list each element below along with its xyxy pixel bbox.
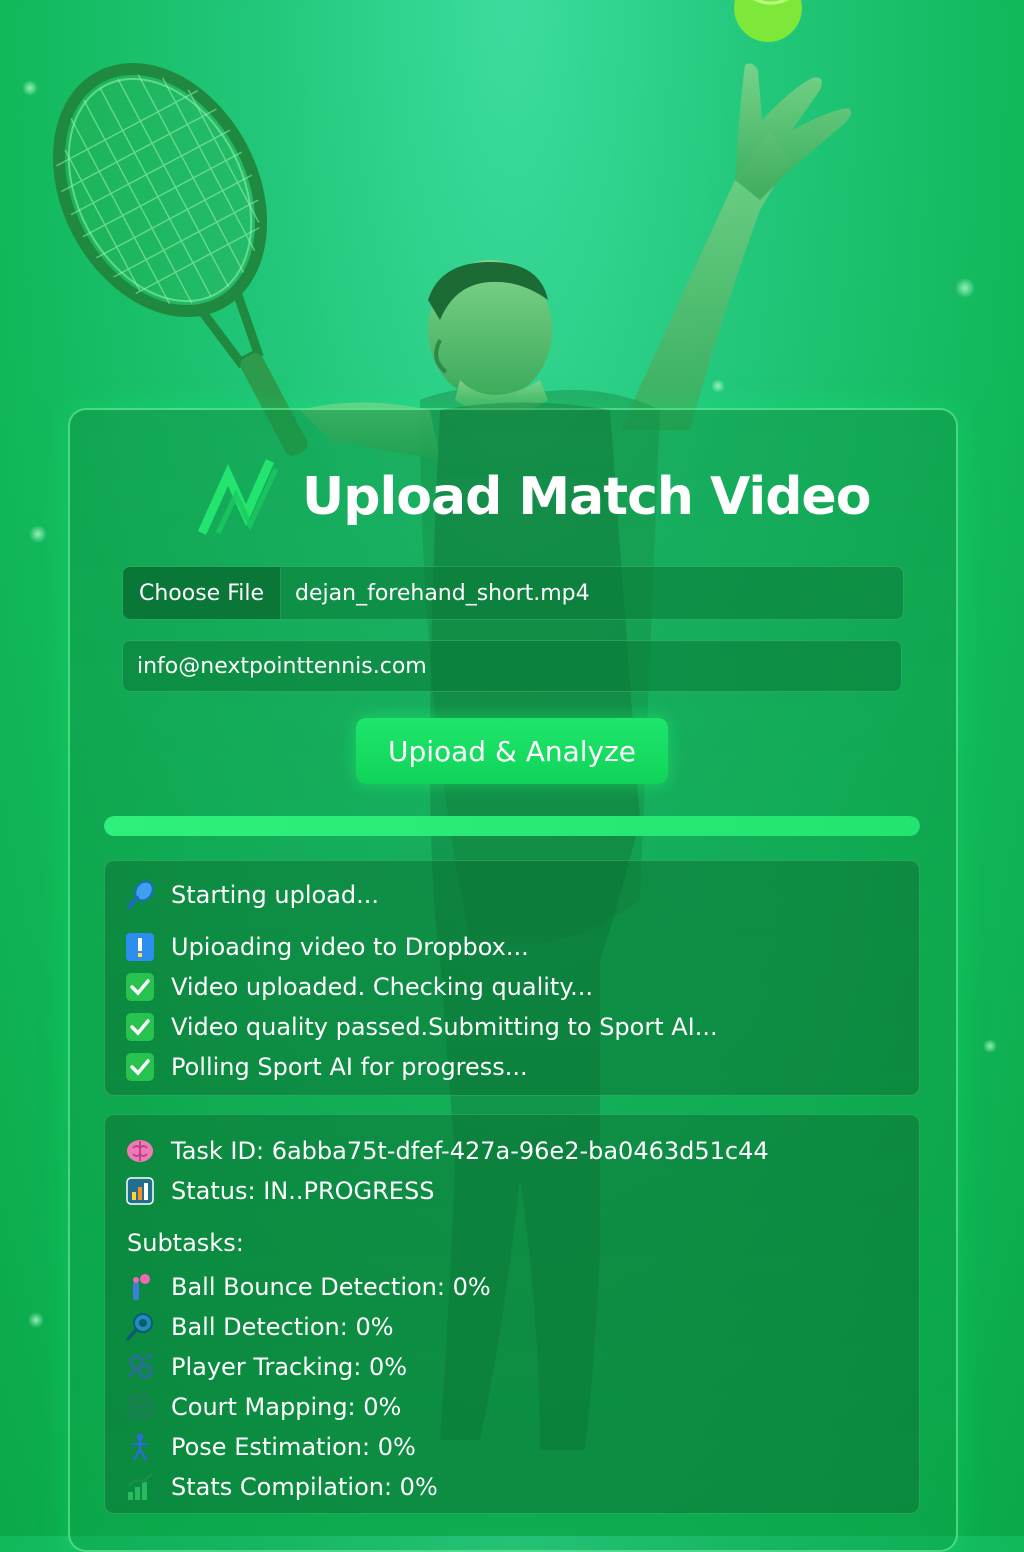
log-line: Upioading video to Dropbox... bbox=[125, 929, 529, 965]
subtask-item: Pose Estimation: 0% bbox=[125, 1429, 416, 1465]
bokeh-dot bbox=[955, 278, 975, 298]
subtask-text: Player Tracking: 0% bbox=[171, 1353, 408, 1381]
log-line: Polling Sport AI for progress... bbox=[125, 1049, 528, 1085]
bokeh-dot bbox=[711, 379, 725, 393]
bokeh-dot bbox=[29, 525, 47, 543]
selected-file-name: dejan_forehand_short.mp4 bbox=[295, 580, 590, 606]
choose-file-button[interactable]: Choose File bbox=[123, 567, 282, 619]
page-title: Upload Match Video bbox=[302, 467, 871, 527]
log-text: Polling Sport AI for progress... bbox=[171, 1053, 528, 1081]
subtasks-heading: Subtasks: bbox=[127, 1229, 244, 1257]
bokeh-dot bbox=[983, 1039, 997, 1053]
ball-detection-icon bbox=[126, 1313, 153, 1341]
tennis-racket-icon bbox=[127, 880, 154, 909]
subtask-text: Pose Estimation: 0% bbox=[171, 1433, 416, 1461]
court-mapping-icon bbox=[126, 1393, 154, 1421]
upload-progress-fill bbox=[104, 816, 920, 836]
subtask-item: Player Tracking: 0% bbox=[125, 1349, 407, 1385]
pose-estimation-icon bbox=[131, 1433, 149, 1461]
bokeh-dot bbox=[22, 80, 38, 96]
log-text: Starting upload... bbox=[171, 881, 379, 909]
status-line: Status: IN..PROGRESS bbox=[125, 1173, 434, 1209]
subtask-item: Ball Detection: 0% bbox=[125, 1309, 394, 1345]
log-line: Video quality passed.Submitting to Sport… bbox=[125, 1009, 718, 1045]
player-tracking-icon bbox=[127, 1353, 154, 1379]
tennis-ball bbox=[734, 0, 802, 42]
upload-analyze-button[interactable]: Upioad & Analyze bbox=[356, 718, 668, 784]
brain-icon bbox=[127, 1140, 153, 1162]
zigzag-n-logo-icon bbox=[197, 459, 279, 535]
task-id-line: Task ID: 6abba75t-dfef-427a-96e2-ba0463d… bbox=[125, 1133, 769, 1169]
upload-progress-bar bbox=[104, 816, 920, 836]
status-text: Status: IN..PROGRESS bbox=[171, 1177, 435, 1205]
subtask-text: Ball Bounce Detection: 0% bbox=[171, 1273, 491, 1301]
task-id: Task ID: 6abba75t-dfef-427a-96e2-ba0463d… bbox=[171, 1137, 769, 1165]
check-mark-icon bbox=[126, 973, 154, 1001]
subtask-item: Court Mapping: 0% bbox=[125, 1389, 401, 1425]
file-input[interactable]: Choose File dejan_forehand_short.mp4 bbox=[122, 566, 904, 620]
check-mark-icon bbox=[126, 1013, 154, 1041]
subtask-text: Ball Detection: 0% bbox=[171, 1313, 394, 1341]
subtask-text: Stats Compilation: 0% bbox=[171, 1473, 438, 1501]
check-mark-icon bbox=[126, 1053, 154, 1081]
subtask-item: Stats Compilation: 0% bbox=[125, 1469, 438, 1505]
upload-log-panel: Starting upload... Upioading video to Dr… bbox=[104, 860, 920, 1096]
email-field[interactable] bbox=[122, 640, 902, 692]
stats-chart-icon bbox=[127, 1473, 153, 1500]
subtask-text: Court Mapping: 0% bbox=[171, 1393, 402, 1421]
exclamation-icon bbox=[126, 933, 154, 961]
log-text: Video uploaded. Checking quality... bbox=[171, 973, 594, 1001]
bar-chart-icon bbox=[126, 1177, 154, 1205]
log-text: Video quality passed.Submitting to Sport… bbox=[171, 1013, 718, 1041]
task-status-panel: Task ID: 6abba75t-dfef-427a-96e2-ba0463d… bbox=[104, 1114, 920, 1514]
subtask-item: Ball Bounce Detection: 0% bbox=[125, 1269, 491, 1305]
log-line: Starting upload... bbox=[125, 877, 379, 913]
log-text: Upioading video to Dropbox... bbox=[171, 933, 529, 961]
bokeh-dot bbox=[28, 1312, 44, 1328]
log-line: Video uploaded. Checking quality... bbox=[125, 969, 593, 1005]
ball-bounce-icon bbox=[133, 1274, 150, 1300]
header: Upload Match Video bbox=[196, 452, 876, 542]
